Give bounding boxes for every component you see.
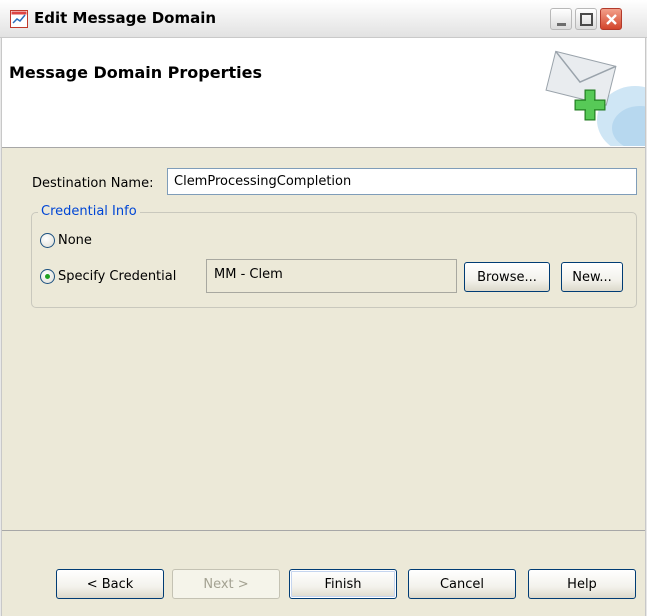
back-button[interactable]: < Back <box>56 569 164 599</box>
chart-app-icon <box>10 10 28 28</box>
destination-name-label: Destination Name: <box>32 176 154 191</box>
new-button[interactable]: New... <box>561 262 623 292</box>
destination-name-input[interactable]: ClemProcessingCompletion <box>167 168 637 195</box>
help-button[interactable]: Help <box>528 569 636 599</box>
browse-button[interactable]: Browse... <box>464 262 550 292</box>
dialog-body: Destination Name: ClemProcessingCompleti… <box>0 149 647 530</box>
credential-info-legend: Credential Info <box>38 204 140 219</box>
wizard-footer: < Back Next > Finish Cancel Help <box>0 530 647 616</box>
cancel-button[interactable]: Cancel <box>408 569 516 599</box>
header-banner: Message Domain Properties <box>0 38 647 154</box>
radio-specify-label[interactable]: Specify Credential <box>58 269 176 284</box>
page-title: Message Domain Properties <box>9 63 262 82</box>
edit-message-domain-window: Edit Message Domain Message Domain Prope… <box>0 0 647 616</box>
minimize-icon[interactable] <box>550 8 572 30</box>
window-title: Edit Message Domain <box>34 9 217 27</box>
radio-none-option[interactable]: None <box>40 233 92 248</box>
radio-specify-credential-option[interactable]: Specify Credential <box>40 269 176 284</box>
maximize-icon[interactable] <box>575 8 597 30</box>
credential-value-field: MM - Clem <box>206 259 457 293</box>
title-bar[interactable]: Edit Message Domain <box>0 0 647 38</box>
radio-specify-circle[interactable] <box>40 269 55 284</box>
radio-none-circle[interactable] <box>40 233 55 248</box>
window-left-border <box>0 38 2 616</box>
radio-none-label[interactable]: None <box>58 233 92 248</box>
envelope-add-icon <box>520 38 647 154</box>
close-icon[interactable] <box>600 8 622 30</box>
finish-button[interactable]: Finish <box>289 569 397 599</box>
next-button[interactable]: Next > <box>172 569 280 599</box>
